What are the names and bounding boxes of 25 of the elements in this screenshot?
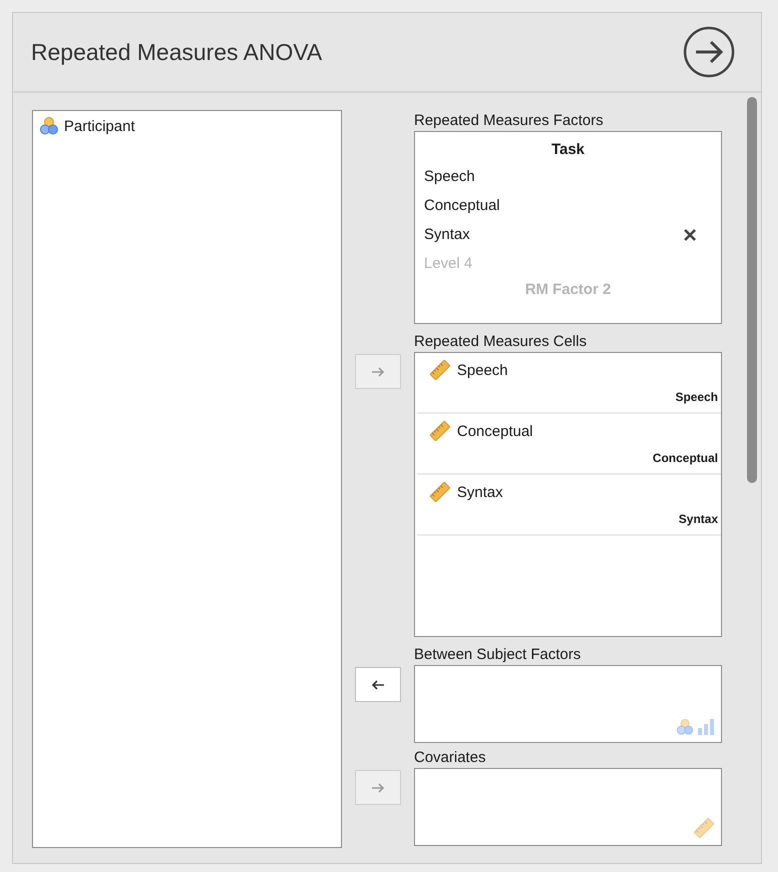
factor-level[interactable]: Speech <box>424 168 475 185</box>
section-label: Covariates <box>414 748 487 768</box>
cell-variable[interactable]: Conceptual <box>457 422 533 440</box>
panel-title: Repeated Measures ANOVA <box>31 38 322 66</box>
section-label: Between Subject Factors <box>414 645 582 665</box>
right-arrow-icon <box>371 364 385 378</box>
right-arrow-icon <box>371 780 385 794</box>
factor-name[interactable]: Task <box>424 138 712 162</box>
cell-level: Syntax <box>678 512 718 526</box>
section-label: Repeated Measures Cells <box>414 332 588 352</box>
nominal-variable-icon <box>39 116 59 136</box>
remove-icon[interactable] <box>684 228 696 240</box>
cell-variable[interactable]: Syntax <box>457 484 503 500</box>
factor-level[interactable]: Syntax <box>424 226 470 243</box>
scrollbar-thumb[interactable] <box>747 97 757 483</box>
factor-level[interactable]: Conceptual <box>424 197 500 214</box>
variable-item[interactable]: Participant <box>64 118 135 134</box>
move-left-button[interactable] <box>355 667 401 702</box>
nominal-variable-icon <box>676 718 694 736</box>
cell-level: Conceptual <box>652 451 718 465</box>
ordinal-bars-icon <box>697 718 715 736</box>
left-arrow-icon <box>371 678 385 692</box>
section-label: Repeated Measures Factors <box>414 111 604 131</box>
cell-level: Speech <box>675 390 718 404</box>
cell-variable[interactable]: Speech <box>457 362 508 378</box>
